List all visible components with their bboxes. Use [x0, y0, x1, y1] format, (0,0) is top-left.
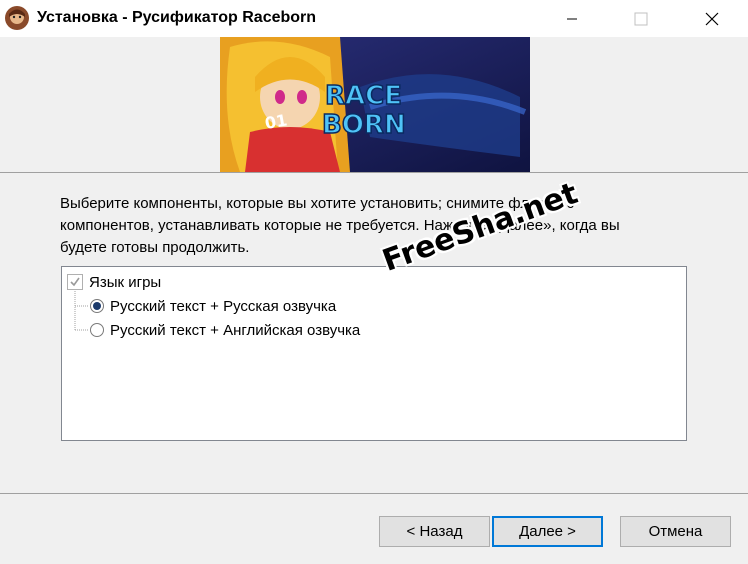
- footer-divider: [0, 493, 748, 494]
- group-label: Язык игры: [89, 273, 162, 291]
- component-option-row[interactable]: Русский текст + Русская озвучка: [90, 295, 336, 317]
- avatar-icon: [5, 6, 29, 30]
- instructions-line-2: компонентов, устанавливать которые не тр…: [60, 217, 620, 234]
- checkmark-icon: [70, 277, 80, 287]
- minimize-icon: [567, 18, 577, 19]
- banner-art: 01 RACE BORN: [220, 37, 530, 172]
- option-1-radio[interactable]: [90, 299, 104, 313]
- close-button[interactable]: [689, 0, 735, 37]
- close-icon: [705, 12, 719, 25]
- header-area: 01 RACE BORN: [0, 37, 748, 173]
- components-tree[interactable]: Язык игры Русский текст + Русская озвучк…: [61, 266, 687, 441]
- component-group-row[interactable]: Язык игры: [67, 271, 161, 293]
- back-button[interactable]: < Назад: [379, 516, 490, 547]
- minimize-button[interactable]: [549, 0, 595, 37]
- option-2-label: Русский текст + Английская озвучка: [110, 321, 361, 339]
- component-option-row[interactable]: Русский текст + Английская озвучка: [90, 319, 360, 341]
- cancel-button[interactable]: Отмена: [620, 516, 731, 547]
- group-checkbox[interactable]: [67, 274, 83, 290]
- title-bar: Установка - Русификатор Raceborn: [0, 0, 748, 37]
- maximize-icon: [634, 12, 648, 25]
- option-2-radio[interactable]: [90, 323, 104, 337]
- game-banner: 01 RACE BORN: [220, 37, 530, 172]
- logo-line-2: BORN: [322, 110, 406, 140]
- logo-line-1: RACE: [325, 81, 402, 111]
- window-title: Установка - Русификатор Raceborn: [37, 9, 317, 26]
- jersey-number: 01: [263, 110, 288, 133]
- instructions-line-1: Выберите компоненты, которые вы хотите у…: [60, 195, 575, 212]
- next-button[interactable]: Далее >: [492, 516, 603, 547]
- maximize-button[interactable]: [618, 0, 664, 37]
- option-1-label: Русский текст + Русская озвучка: [110, 297, 337, 315]
